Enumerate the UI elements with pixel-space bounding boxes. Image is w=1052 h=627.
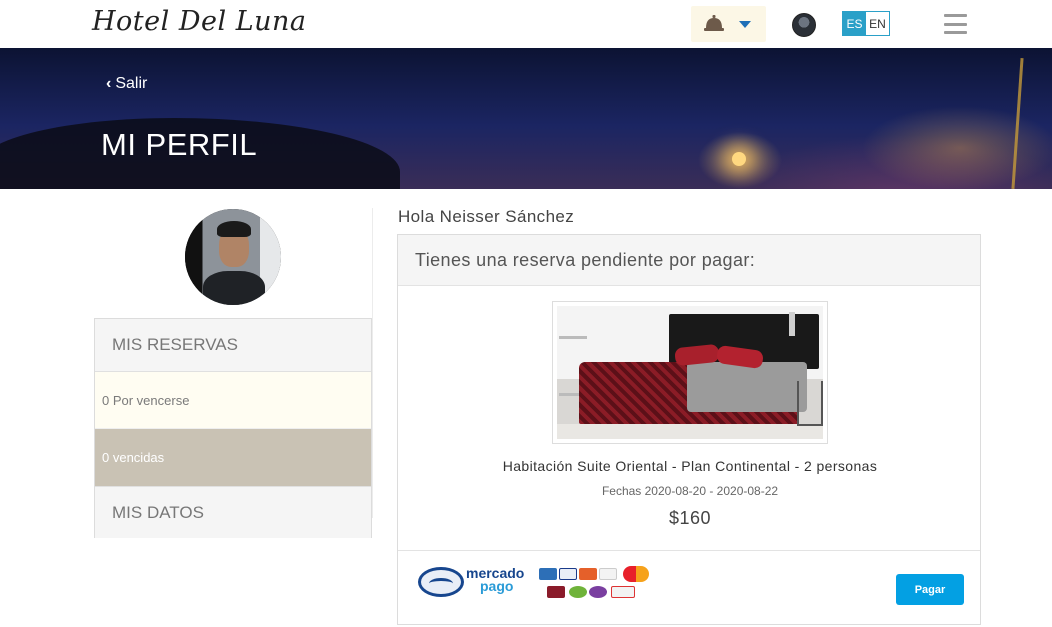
rapipago-icon [611, 586, 635, 598]
card-multi-icon [589, 586, 607, 598]
caret-down-icon [739, 21, 751, 28]
back-link[interactable]: ‹ Salir [106, 75, 147, 93]
top-navbar: Hotel Del Luna ES EN [0, 0, 1052, 48]
back-link-label: Salir [115, 75, 148, 92]
hamburger-icon[interactable] [944, 14, 967, 34]
mercadopago-logo: mercado pago [466, 566, 536, 594]
card-footer-divider [398, 550, 980, 551]
card-orange-icon [579, 568, 597, 580]
card-white-icon [599, 568, 617, 580]
pending-reservation-card: Tienes una reserva pendiente por pagar: … [397, 234, 981, 625]
link-icon [569, 586, 587, 598]
banelco-icon [547, 586, 565, 598]
sidebar-item-vencidas[interactable]: 0 vencidas [95, 429, 371, 486]
page-title: MI PERFIL [101, 127, 258, 162]
sidebar-item-por-vencerse[interactable]: 0 Por vencerse [95, 372, 371, 429]
banner-light-pole [1011, 58, 1024, 189]
service-bell-icon [704, 15, 724, 31]
payment-methods-icons [539, 566, 651, 602]
mastercard-icon [623, 566, 649, 582]
banner-city-light [732, 152, 746, 166]
handshake-icon [418, 567, 464, 597]
visa-icon [559, 568, 577, 580]
reservations-dropdown[interactable] [691, 6, 766, 42]
pay-button[interactable]: Pagar [896, 574, 964, 605]
user-greeting: Hola Neisser Sánchez [398, 207, 575, 226]
card-title: Tienes una reserva pendiente por pagar: [398, 235, 980, 286]
language-switcher: ES EN [842, 11, 890, 36]
mercadopago-logo-line2: pago [480, 578, 514, 594]
lang-es-button[interactable]: ES [843, 12, 866, 35]
sidebar-item-mis-reservas[interactable]: MIS RESERVAS [95, 319, 371, 372]
chevron-left-icon: ‹ [106, 75, 112, 92]
room-name: Habitación Suite Oriental - Plan Contine… [502, 458, 878, 474]
profile-photo [185, 209, 281, 305]
room-photo [552, 301, 828, 444]
amex-icon [539, 568, 557, 580]
lang-en-button[interactable]: EN [866, 12, 889, 35]
user-avatar[interactable] [792, 13, 816, 37]
hotel-logo[interactable]: Hotel Del Luna [92, 6, 307, 37]
reservation-price: $160 [668, 508, 712, 528]
profile-banner: ‹ Salir MI PERFIL [0, 48, 1052, 189]
sidebar-item-mis-datos[interactable]: MIS DATOS [95, 486, 371, 538]
column-divider [372, 208, 373, 518]
reservation-dates: Fechas 2020-08-20 - 2020-08-22 [601, 484, 779, 498]
profile-sidebar: MIS RESERVAS 0 Por vencerse 0 vencidas M… [94, 318, 372, 538]
